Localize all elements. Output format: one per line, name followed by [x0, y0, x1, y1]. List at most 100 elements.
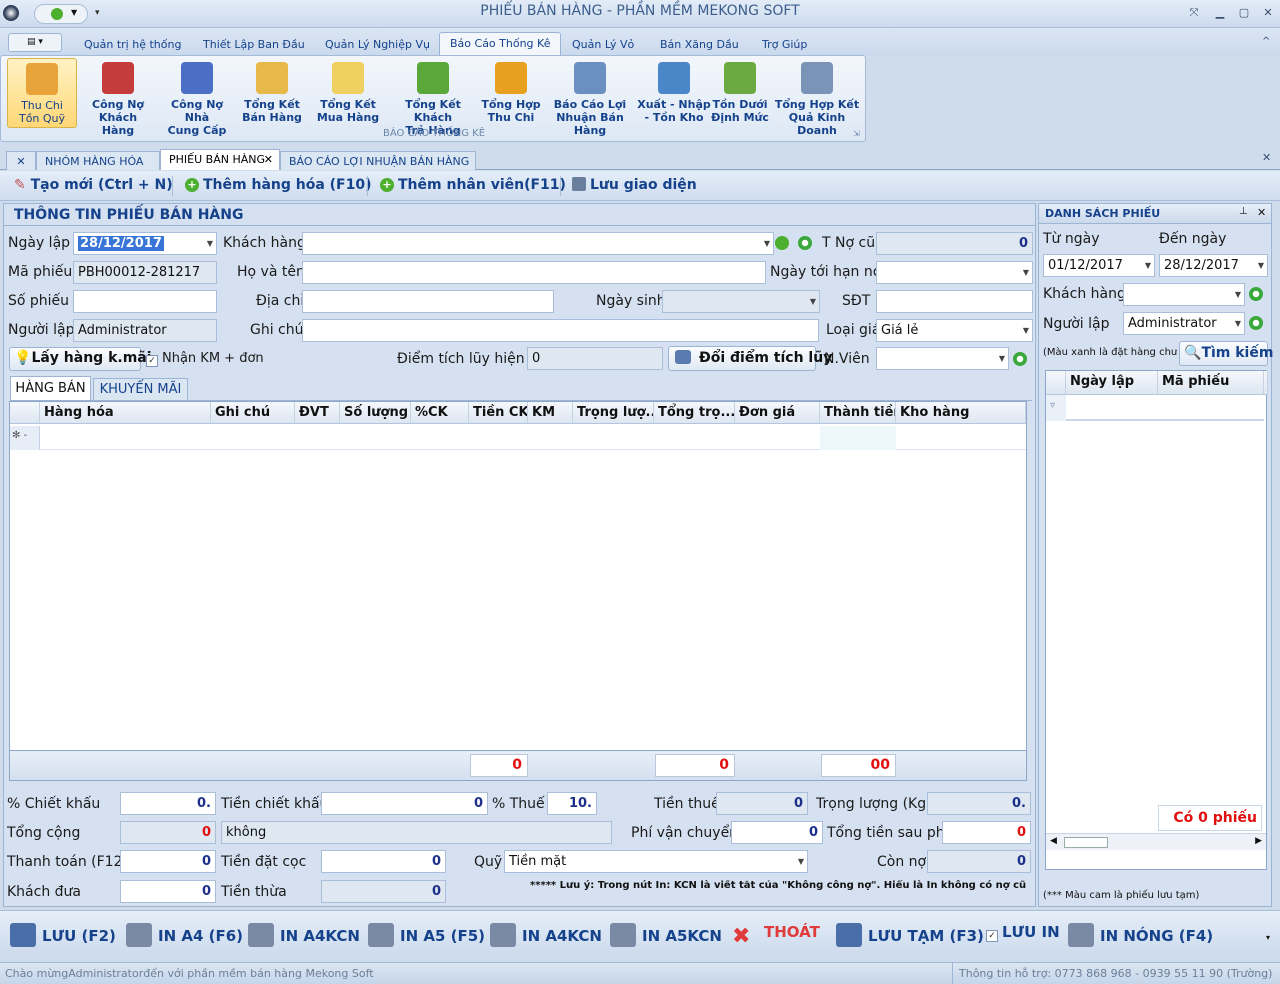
column-header[interactable]: Kho hàng — [896, 402, 1026, 424]
new-row-indicator[interactable]: ✻ - — [10, 426, 40, 450]
save-print-check[interactable]: ✓ LƯU IN — [986, 923, 1060, 942]
tab-promotion[interactable]: KHUYẾN MÃI — [93, 378, 188, 401]
ribbon-button-0[interactable]: Thu Chi Tồn Quỹ — [7, 58, 77, 128]
ribbon-button-2[interactable]: Công Nợ Nhà Cung Cấp — [159, 58, 235, 137]
number-input[interactable] — [73, 290, 217, 313]
fetch-promo-button[interactable]: 💡Lấy hàng k.mãi — [9, 347, 152, 371]
ribbon-button-1[interactable]: Công Nợ Khách Hàng — [81, 58, 155, 137]
print-a4kcn-button-2[interactable]: IN A4KCN — [490, 923, 602, 947]
add-staff-button[interactable]: + Thêm nhân viên(F11) — [380, 177, 566, 193]
ribbon-button-6[interactable]: Tổng Hợp Thu Chi — [479, 58, 543, 128]
quick-print-button[interactable]: IN NÓNG (F4) — [1068, 923, 1213, 947]
save-button[interactable]: LƯU (F2) — [10, 923, 116, 947]
add-customer-icon[interactable] — [775, 236, 789, 250]
column-more[interactable] — [1264, 371, 1268, 395]
save-draft-button[interactable]: LƯU TẠM (F3) — [836, 923, 984, 947]
price-type-select[interactable]: Giá lẻ ▼ — [876, 319, 1033, 342]
phone-input[interactable] — [876, 290, 1033, 313]
staff-select[interactable]: ▼ — [876, 347, 1009, 370]
restore-ribbon-icon[interactable]: ⤧ — [1186, 6, 1202, 20]
birthdate-select[interactable]: ▼ — [662, 290, 820, 313]
shipping-input[interactable]: 0 — [731, 821, 823, 844]
dialog-launcher-icon[interactable]: ⇲ — [853, 129, 860, 138]
help-collapse-icon[interactable]: ^ — [1262, 36, 1270, 47]
customer-filter-select[interactable]: ▼ — [1123, 283, 1245, 306]
doc-tab-sales-invoice[interactable]: PHIẾU BÁN HÀNG ✕ — [160, 149, 280, 170]
promo-checkbox[interactable]: ✓ Nhận KM + đơn — [146, 351, 264, 367]
column-header[interactable]: Tổng trọ... — [654, 402, 735, 424]
column-header[interactable]: Số lượng — [340, 402, 411, 424]
print-a5-button[interactable]: IN A5 (F5) — [368, 923, 485, 947]
ribbon-button-4[interactable]: Tổng Kết Mua Hàng — [313, 58, 383, 128]
column-header[interactable]: Đơn giá — [735, 402, 820, 424]
refresh-icon[interactable] — [798, 236, 812, 250]
menu-tab-system[interactable]: Quản trị hệ thống — [74, 34, 191, 56]
close-icon[interactable]: ✕ — [1260, 6, 1276, 20]
name-input[interactable] — [302, 261, 766, 284]
from-date-input[interactable]: 01/12/2017 ▼ — [1043, 254, 1155, 277]
print-a5kcn-button[interactable]: IN A5KCN — [610, 923, 722, 947]
menu-tab-fuel[interactable]: Bán Xăng Dầu — [650, 34, 749, 56]
fund-select[interactable]: Tiền mặt ▼ — [504, 850, 808, 873]
save-layout-button[interactable]: Lưu giao diện — [572, 177, 697, 193]
scroll-right-icon[interactable]: ▶ — [1255, 836, 1262, 846]
column-header[interactable]: Tiền CK — [469, 402, 528, 424]
exit-button[interactable]: ✖ THOÁT — [732, 923, 820, 949]
date-input[interactable]: 28/12/2017 ▼ — [73, 232, 217, 255]
column-header[interactable]: KM — [528, 402, 573, 424]
app-menu-button[interactable]: ▤ ▾ — [8, 33, 62, 52]
refresh-icon[interactable] — [1249, 287, 1263, 301]
maximize-icon[interactable]: ▢ — [1236, 6, 1252, 20]
column-code[interactable]: Mã phiếu — [1158, 371, 1264, 395]
menu-tab-setup[interactable]: Thiết Lập Ban Đầu — [193, 34, 315, 56]
new-row-total-cell[interactable] — [820, 426, 896, 450]
note-input[interactable] — [302, 319, 819, 342]
column-header[interactable]: Trọng lượ... — [573, 402, 654, 424]
discount-amount-input[interactable]: 0 — [321, 792, 488, 815]
column-header[interactable]: Thành tiền — [820, 402, 896, 424]
menu-tab-shells[interactable]: Quản Lý Vỏ — [562, 34, 644, 56]
search-button[interactable]: 🔍Tìm kiếm — [1179, 341, 1273, 366]
column-header[interactable]: ĐVT — [295, 402, 340, 424]
horizontal-scrollbar[interactable]: ◀ ▶ — [1046, 833, 1266, 850]
refresh-icon[interactable] — [1249, 316, 1263, 330]
scroll-thumb[interactable] — [1064, 837, 1108, 848]
expand-icon[interactable]: ▾ — [1266, 933, 1270, 942]
discount-pct-input[interactable]: 0. — [120, 792, 216, 815]
ribbon-button-9[interactable]: Tồn Dưới Định Mức — [711, 58, 769, 128]
menu-tab-help[interactable]: Trợ Giúp — [752, 34, 817, 56]
close-icon[interactable]: ✕ — [1257, 206, 1266, 219]
menu-tab-operations[interactable]: Quản Lý Nghiệp Vụ — [315, 34, 440, 56]
doc-tab-product-groups[interactable]: NHÓM HÀNG HÓA — [36, 151, 160, 170]
deposit-input[interactable]: 0 — [321, 850, 446, 873]
ribbon-button-8[interactable]: Xuất - Nhập - Tồn Kho — [637, 58, 711, 128]
ribbon-button-5[interactable]: Tổng Kết Khách Trả Hàng — [387, 58, 479, 137]
address-input[interactable] — [302, 290, 554, 313]
to-date-input[interactable]: 28/12/2017 ▼ — [1159, 254, 1268, 277]
close-all-tabs-icon[interactable]: ✕ — [1262, 151, 1271, 164]
print-a4kcn-button[interactable]: IN A4KCN — [248, 923, 360, 947]
close-icon[interactable]: ✕ — [264, 153, 273, 166]
column-date[interactable]: Ngày lập — [1066, 371, 1158, 395]
due-date-select[interactable]: ▼ — [876, 261, 1033, 284]
column-header[interactable]: Ghi chú — [211, 402, 295, 424]
customer-select[interactable]: ▼ — [302, 232, 774, 255]
redeem-points-button[interactable]: Đổi điểm tích lũy — [668, 346, 832, 371]
ribbon-button-7[interactable]: Báo Cáo Lợi Nhuận Bán Hàng — [543, 58, 637, 137]
add-goods-button[interactable]: + Thêm hàng hóa (F10) — [185, 177, 372, 193]
tab-sold-goods[interactable]: HÀNG BÁN — [10, 376, 91, 401]
filter-row-icon[interactable]: ▿ — [1046, 395, 1066, 421]
column-header[interactable]: Hàng hóa — [40, 402, 211, 424]
tax-pct-input[interactable]: 10. — [547, 792, 597, 815]
new-invoice-button[interactable]: ✎ Tạo mới (Ctrl + N) — [14, 177, 173, 193]
doc-tab-profit-report[interactable]: BÁO CÁO LỢI NHUẬN BÁN HÀNG — [280, 151, 476, 170]
paid-input[interactable]: 0 — [120, 850, 216, 873]
pin-icon[interactable]: ⊥ — [1239, 206, 1248, 217]
given-input[interactable]: 0 — [120, 880, 216, 903]
menu-tab-reports[interactable]: Báo Cáo Thống Kê — [439, 32, 562, 56]
scroll-left-icon[interactable]: ◀ — [1050, 836, 1057, 846]
refresh-icon[interactable] — [1013, 352, 1027, 366]
ribbon-button-3[interactable]: Tổng Kết Bán Hàng — [237, 58, 307, 128]
print-a4-button[interactable]: IN A4 (F6) — [126, 923, 243, 947]
close-tab-icon[interactable]: ✕ — [6, 151, 36, 170]
